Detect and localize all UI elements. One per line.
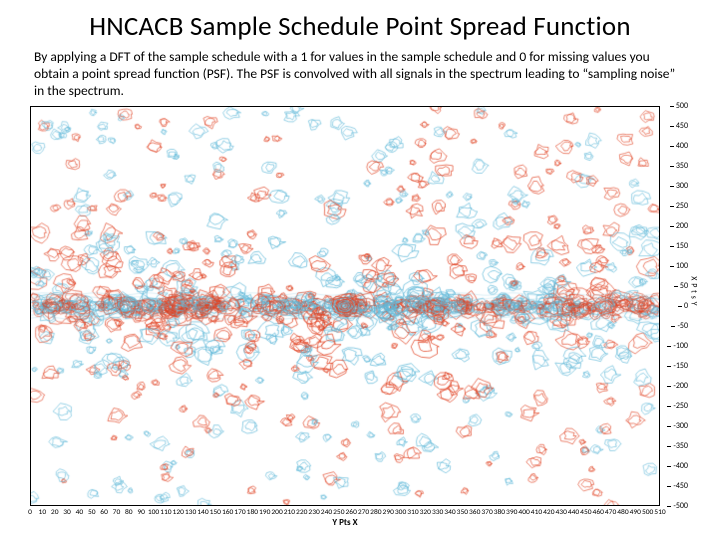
y-tick: -350	[673, 441, 688, 451]
x-tick: 250	[333, 508, 344, 517]
x-tick: 220	[296, 508, 307, 517]
x-tick: 160	[222, 508, 233, 517]
description-text: By applying a DFT of the sample schedule…	[34, 49, 686, 100]
y-tick: -50	[677, 321, 688, 331]
y-axis-label: X P t s Y	[689, 276, 699, 306]
x-tick: 20	[51, 508, 59, 517]
x-tick: 0	[28, 508, 32, 517]
y-tick: 250	[676, 201, 688, 211]
y-tick: 450	[676, 121, 688, 131]
x-tick: 340	[444, 508, 455, 517]
x-tick: 360	[469, 508, 480, 517]
x-tick: 440	[568, 508, 579, 517]
x-axis: Y Pts X 01020304050607080901001101201301…	[30, 506, 660, 526]
y-tick: -400	[673, 461, 688, 471]
x-tick: 30	[63, 508, 71, 517]
x-tick: 150	[210, 508, 221, 517]
x-tick: 460	[593, 508, 604, 517]
x-tick: 110	[160, 508, 171, 517]
x-tick: 80	[125, 508, 133, 517]
x-tick: 200	[271, 508, 282, 517]
x-tick: 350	[457, 508, 468, 517]
x-tick: 210	[284, 508, 295, 517]
x-tick: 280	[370, 508, 381, 517]
y-tick: 300	[676, 181, 688, 191]
x-tick: 470	[605, 508, 616, 517]
y-tick: -250	[673, 401, 688, 411]
x-tick: 450	[580, 508, 591, 517]
y-tick: 150	[676, 241, 688, 251]
x-tick: 50	[88, 508, 96, 517]
x-tick: 270	[358, 508, 369, 517]
x-tick: 330	[432, 508, 443, 517]
y-tick: 400	[676, 141, 688, 151]
y-tick: -450	[673, 481, 688, 491]
plot-area	[30, 106, 660, 506]
x-tick: 10	[39, 508, 47, 517]
y-tick: -500	[673, 501, 688, 511]
x-tick: 390	[506, 508, 517, 517]
slide: HNCACB Sample Schedule Point Spread Func…	[0, 0, 720, 540]
x-tick: 240	[321, 508, 332, 517]
x-tick: 230	[308, 508, 319, 517]
y-tick: 200	[676, 221, 688, 231]
x-axis-label: Y Pts X	[332, 517, 357, 528]
y-tick: 50	[680, 281, 688, 291]
y-tick: -150	[673, 361, 688, 371]
y-tick: -300	[673, 421, 688, 431]
x-tick: 140	[197, 508, 208, 517]
psf-contour-canvas	[31, 107, 659, 505]
y-axis: X P t s Y -500-450-400-350-300-250-200-1…	[662, 106, 690, 506]
x-tick: 400	[518, 508, 529, 517]
x-tick: 490	[630, 508, 641, 517]
x-tick: 420	[543, 508, 554, 517]
y-tick: 100	[676, 261, 688, 271]
y-tick: -200	[673, 381, 688, 391]
psf-plot: X P t s Y -500-450-400-350-300-250-200-1…	[30, 106, 690, 526]
x-tick: 320	[420, 508, 431, 517]
x-tick: 300	[395, 508, 406, 517]
x-tick: 370	[481, 508, 492, 517]
x-tick: 180	[247, 508, 258, 517]
y-tick: 0	[684, 301, 688, 311]
x-tick: 120	[173, 508, 184, 517]
x-tick: 310	[407, 508, 418, 517]
x-tick: 380	[494, 508, 505, 517]
x-tick: 100	[148, 508, 159, 517]
y-tick: 350	[676, 161, 688, 171]
x-tick: 410	[531, 508, 542, 517]
x-tick: 290	[383, 508, 394, 517]
x-tick: 430	[555, 508, 566, 517]
y-tick: -100	[673, 341, 688, 351]
x-tick: 70	[113, 508, 121, 517]
x-tick: 510	[654, 508, 665, 517]
y-tick: 500	[676, 101, 688, 111]
x-tick: 480	[617, 508, 628, 517]
x-tick: 170	[234, 508, 245, 517]
x-tick: 90	[137, 508, 145, 517]
page-title: HNCACB Sample Schedule Point Spread Func…	[30, 10, 690, 43]
x-tick: 190	[259, 508, 270, 517]
x-tick: 260	[345, 508, 356, 517]
x-tick: 130	[185, 508, 196, 517]
x-tick: 40	[76, 508, 84, 517]
x-tick: 500	[642, 508, 653, 517]
x-tick: 60	[100, 508, 108, 517]
